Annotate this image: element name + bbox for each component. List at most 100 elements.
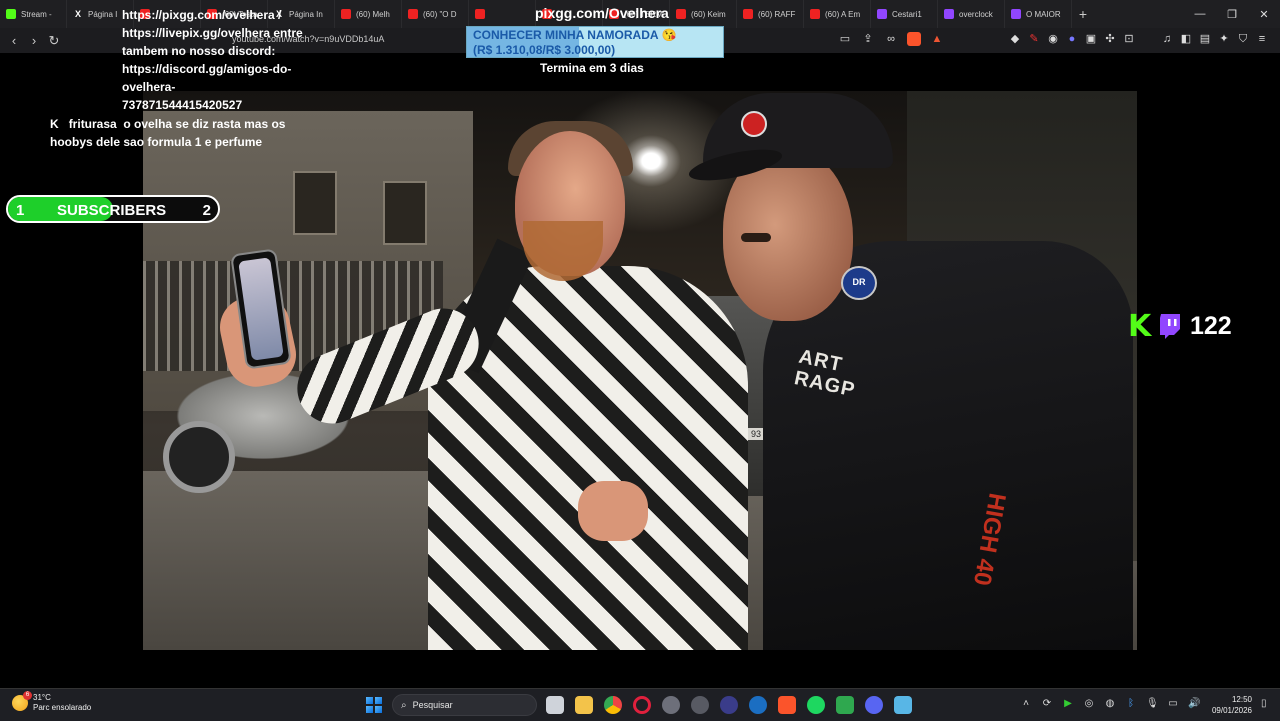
- circle-icon[interactable]: ◎: [1083, 698, 1095, 710]
- microphone-icon[interactable]: 🎙: [1146, 698, 1159, 710]
- browser-tab[interactable]: (60) "O D: [402, 0, 469, 28]
- browser-tab[interactable]: Cestari1: [871, 0, 938, 28]
- tab-label: (60) Keim: [691, 9, 726, 19]
- media-icon[interactable]: [836, 696, 854, 714]
- restore-icon[interactable]: ❐: [1216, 8, 1248, 21]
- clock-time: 12:50: [1231, 695, 1252, 704]
- cap-logo: [741, 111, 767, 137]
- sync-icon[interactable]: ⟳: [1041, 698, 1053, 710]
- extension-icon[interactable]: ●: [1065, 32, 1079, 46]
- extension-icon[interactable]: ◆: [1008, 32, 1022, 46]
- forward-icon[interactable]: ›: [24, 33, 44, 48]
- chat-text: hoobys dele sao formula 1 e: [50, 135, 212, 149]
- browser-tab[interactable]: O MAIOR: [1005, 0, 1072, 28]
- arrow-app-icon[interactable]: [720, 696, 738, 714]
- cast-icon[interactable]: ▭: [838, 32, 852, 46]
- start-button[interactable]: [366, 697, 382, 713]
- notepad-icon[interactable]: [894, 696, 912, 714]
- network-icon[interactable]: ▭: [1167, 698, 1179, 710]
- youtube-icon: [475, 9, 485, 19]
- donation-title: pixgg.com/Ovelhera: [535, 5, 669, 21]
- windows-taskbar: 6 31°C Parc ensolarado ⌕ Pesquisar ˄ ⟳ ▶…: [0, 688, 1280, 721]
- browser-tab[interactable]: (60) Keim: [670, 0, 737, 28]
- tab-label: (60) Melh: [356, 9, 390, 19]
- new-tab-button[interactable]: +: [1072, 6, 1094, 22]
- puzzle-icon[interactable]: ✣: [1103, 32, 1117, 46]
- extension-icon[interactable]: ✎: [1027, 32, 1041, 46]
- chat-line: tambem no nosso discord:: [122, 44, 276, 58]
- browser-tab[interactable]: (60) RAFF: [737, 0, 804, 28]
- browser-tab[interactable]: (60) Melh: [335, 0, 402, 28]
- browser-tab[interactable]: overclock: [938, 0, 1005, 28]
- twitch-icon: [944, 9, 954, 19]
- search-placeholder: Pesquisar: [412, 700, 453, 710]
- file-explorer-icon[interactable]: [575, 696, 593, 714]
- leo-icon[interactable]: ✦: [1217, 32, 1231, 46]
- minimize-icon[interactable]: —: [1184, 8, 1216, 21]
- brave-shields-icon[interactable]: [907, 32, 921, 46]
- wallet-icon[interactable]: ▤: [1198, 32, 1212, 46]
- system-clock[interactable]: 12:50 09/01/2026: [1206, 694, 1252, 716]
- youtube-icon: [408, 9, 418, 19]
- browser-tab[interactable]: [469, 0, 536, 28]
- chat-pinned: https://pixgg.com/ovelhera / https://liv…: [50, 6, 310, 114]
- spotify-icon[interactable]: [807, 696, 825, 714]
- steam-icon[interactable]: [749, 696, 767, 714]
- twitch-icon: [877, 9, 887, 19]
- sun-icon: 6: [12, 691, 32, 711]
- chrome-icon[interactable]: [604, 696, 622, 714]
- extension-icon[interactable]: ◉: [1046, 32, 1060, 46]
- menu-icon[interactable]: ≡: [1255, 32, 1269, 46]
- discord-icon[interactable]: [865, 696, 883, 714]
- goal-label: CONHECER MINHA NAMORADA 😘: [473, 28, 677, 42]
- brave-icon[interactable]: [778, 696, 796, 714]
- search-icon: ⌕: [401, 699, 407, 711]
- app-icon[interactable]: [691, 696, 709, 714]
- chevron-up-icon[interactable]: ˄: [1020, 698, 1032, 710]
- volume-icon[interactable]: 🔊: [1188, 698, 1200, 710]
- subscribers-label: SUBSCRIBERS: [57, 202, 167, 219]
- screenshot-icon[interactable]: ⊡: [1122, 32, 1136, 46]
- taskbar-search[interactable]: ⌕ Pesquisar: [392, 694, 537, 716]
- glasses-icon[interactable]: ∞: [884, 32, 898, 46]
- tray-app-icon[interactable]: ◍: [1104, 698, 1116, 710]
- share-icon[interactable]: ⇪: [861, 32, 875, 46]
- twitch-icon: [1160, 313, 1180, 339]
- subscribers-goal: 2: [202, 202, 211, 219]
- mustache: [741, 233, 771, 242]
- goal-amount: (R$ 1.310,08/R$ 3.000,00): [473, 43, 616, 57]
- clock-date: 09/01/2026: [1211, 706, 1252, 715]
- weather-widget[interactable]: 6 31°C Parc ensolarado: [12, 691, 92, 713]
- extension-icon[interactable]: ▣: [1084, 32, 1098, 46]
- kick-icon: K: [50, 117, 59, 131]
- task-view-icon[interactable]: [546, 696, 564, 714]
- chat-line: ovelhera-: [122, 80, 176, 94]
- browser-tab[interactable]: (60) A Em: [804, 0, 871, 28]
- hand: [578, 481, 648, 541]
- weather-condition: Parc ensolarado: [33, 703, 92, 712]
- tab-label: (60) "O D: [423, 9, 457, 19]
- youtube-icon: [676, 9, 686, 19]
- kick-icon: K: [1128, 308, 1152, 344]
- youtube-icon: [341, 9, 351, 19]
- vpn-icon[interactable]: ⛉: [1236, 32, 1250, 46]
- back-icon[interactable]: ‹: [4, 33, 24, 48]
- video-player[interactable]: 93 DR ART RAGP HIGH 40: [143, 91, 1137, 650]
- opera-gx-icon[interactable]: [633, 696, 651, 714]
- jacket-patch: DR: [841, 266, 877, 300]
- app-icon[interactable]: [662, 696, 680, 714]
- chat-line: https://pixgg.com/ovelhera /: [122, 8, 282, 22]
- chat-line: https://livepix.gg/ovelhera entre: [122, 26, 303, 40]
- close-icon[interactable]: ✕: [1248, 8, 1280, 21]
- youtube-icon: [743, 9, 753, 19]
- kick-icon: [6, 9, 16, 19]
- tab-label: Stream -: [21, 9, 52, 19]
- notification-icon[interactable]: ▯: [1261, 699, 1271, 709]
- chat-line: 737871544415420527: [122, 98, 243, 112]
- bluetooth-icon[interactable]: ᛒ: [1125, 698, 1137, 710]
- play-icon[interactable]: ▶: [1062, 698, 1074, 710]
- sidebar-icon[interactable]: ◧: [1179, 32, 1193, 46]
- media-icon[interactable]: ♫: [1160, 32, 1174, 46]
- rewards-icon[interactable]: ▲: [930, 32, 944, 46]
- viewer-count: 122: [1190, 312, 1232, 340]
